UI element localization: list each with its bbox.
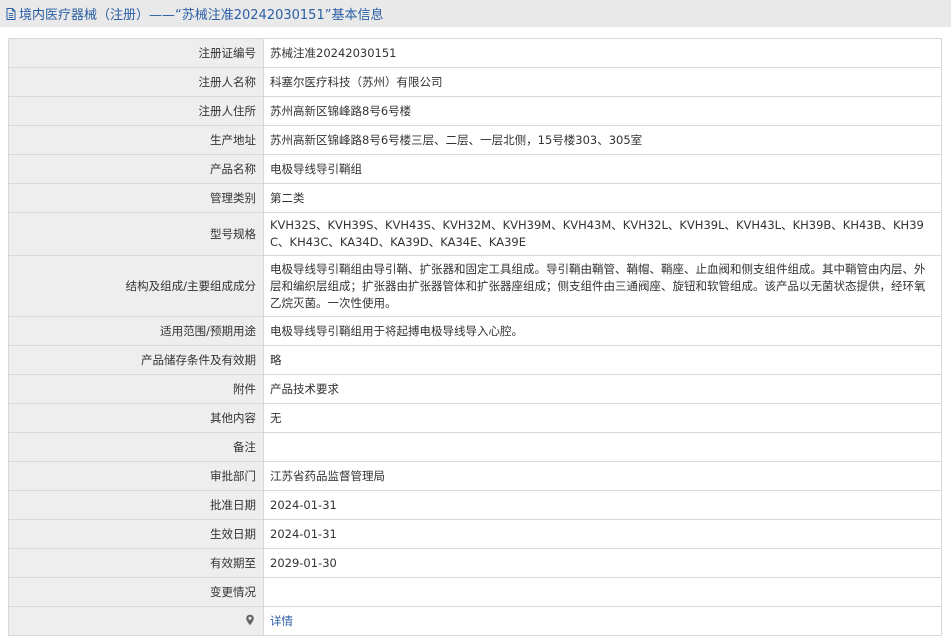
table-row: 产品储存条件及有效期 略 <box>8 345 942 375</box>
table-row: 其他内容 无 <box>8 403 942 433</box>
table-row: 结构及组成/主要组成成分 电极导线导引鞘组由导引鞘、扩张器和固定工具组成。导引鞘… <box>8 255 942 317</box>
row-value: 苏州高新区锦峰路8号6号楼三层、二层、一层北侧，15号楼303、305室 <box>263 125 942 155</box>
table-row: 适用范围/预期用途 电极导线导引鞘组用于将起搏电极导线导入心腔。 <box>8 316 942 346</box>
table-row: 备注 <box>8 432 942 462</box>
row-label: 其他内容 <box>8 403 264 433</box>
row-label: 适用范围/预期用途 <box>8 316 264 346</box>
table-row: 生产地址 苏州高新区锦峰路8号6号楼三层、二层、一层北侧，15号楼303、305… <box>8 125 942 155</box>
row-label: 注册人住所 <box>8 96 264 126</box>
row-label: 变更情况 <box>8 577 264 607</box>
row-value: 无 <box>263 403 942 433</box>
detail-row-label <box>8 606 264 636</box>
row-label: 备注 <box>8 432 264 462</box>
row-label: 附件 <box>8 374 264 404</box>
table-row: 注册证编号 苏械注准20242030151 <box>8 38 942 68</box>
row-label: 管理类别 <box>8 183 264 213</box>
row-value: 电极导线导引鞘组 <box>263 154 942 184</box>
row-value: KVH32S、KVH39S、KVH43S、KVH32M、KVH39M、KVH43… <box>263 212 942 256</box>
details-link[interactable]: 详情 <box>270 614 293 628</box>
row-value: 电极导线导引鞘组用于将起搏电极导线导入心腔。 <box>263 316 942 346</box>
row-label: 型号规格 <box>8 212 264 256</box>
row-label: 结构及组成/主要组成成分 <box>8 255 264 317</box>
detail-table-container: 注册证编号 苏械注准20242030151 注册人名称 科塞尔医疗科技（苏州）有… <box>8 38 942 636</box>
table-row: 生效日期 2024-01-31 <box>8 519 942 549</box>
detail-row: 详情 <box>8 606 942 636</box>
location-pin-icon <box>245 614 255 626</box>
row-value: 产品技术要求 <box>263 374 942 404</box>
table-row: 管理类别 第二类 <box>8 183 942 213</box>
row-label: 注册证编号 <box>8 38 264 68</box>
table-row: 产品名称 电极导线导引鞘组 <box>8 154 942 184</box>
row-value: 略 <box>263 345 942 375</box>
row-label: 批准日期 <box>8 490 264 520</box>
page-header: 境内医疗器械（注册）——“苏械注准20242030151”基本信息 <box>0 0 951 27</box>
row-value: 苏械注准20242030151 <box>263 38 942 68</box>
row-value <box>263 432 942 462</box>
row-label: 产品储存条件及有效期 <box>8 345 264 375</box>
row-label: 注册人名称 <box>8 67 264 97</box>
table-row: 注册人住所 苏州高新区锦峰路8号6号楼 <box>8 96 942 126</box>
table-row: 审批部门 江苏省药品监督管理局 <box>8 461 942 491</box>
row-value: 电极导线导引鞘组由导引鞘、扩张器和固定工具组成。导引鞘由鞘管、鞘帽、鞘座、止血阀… <box>263 255 942 317</box>
row-value: 江苏省药品监督管理局 <box>263 461 942 491</box>
table-row: 型号规格 KVH32S、KVH39S、KVH43S、KVH32M、KVH39M、… <box>8 212 942 256</box>
row-label: 产品名称 <box>8 154 264 184</box>
table-row: 变更情况 <box>8 577 942 607</box>
row-value <box>263 577 942 607</box>
table-row: 批准日期 2024-01-31 <box>8 490 942 520</box>
row-label: 生产地址 <box>8 125 264 155</box>
table-row: 注册人名称 科塞尔医疗科技（苏州）有限公司 <box>8 67 942 97</box>
detail-table: 注册证编号 苏械注准20242030151 注册人名称 科塞尔医疗科技（苏州）有… <box>8 38 942 636</box>
detail-row-value: 详情 <box>263 606 942 636</box>
row-label: 生效日期 <box>8 519 264 549</box>
table-row: 有效期至 2029-01-30 <box>8 548 942 578</box>
page-title: 境内医疗器械（注册）——“苏械注准20242030151”基本信息 <box>19 8 384 23</box>
row-label: 审批部门 <box>8 461 264 491</box>
row-value: 苏州高新区锦峰路8号6号楼 <box>263 96 942 126</box>
row-value: 第二类 <box>263 183 942 213</box>
row-value: 科塞尔医疗科技（苏州）有限公司 <box>263 67 942 97</box>
row-label: 有效期至 <box>8 548 264 578</box>
row-value: 2029-01-30 <box>263 548 942 578</box>
table-row: 附件 产品技术要求 <box>8 374 942 404</box>
document-icon <box>4 7 18 21</box>
row-value: 2024-01-31 <box>263 490 942 520</box>
row-value: 2024-01-31 <box>263 519 942 549</box>
